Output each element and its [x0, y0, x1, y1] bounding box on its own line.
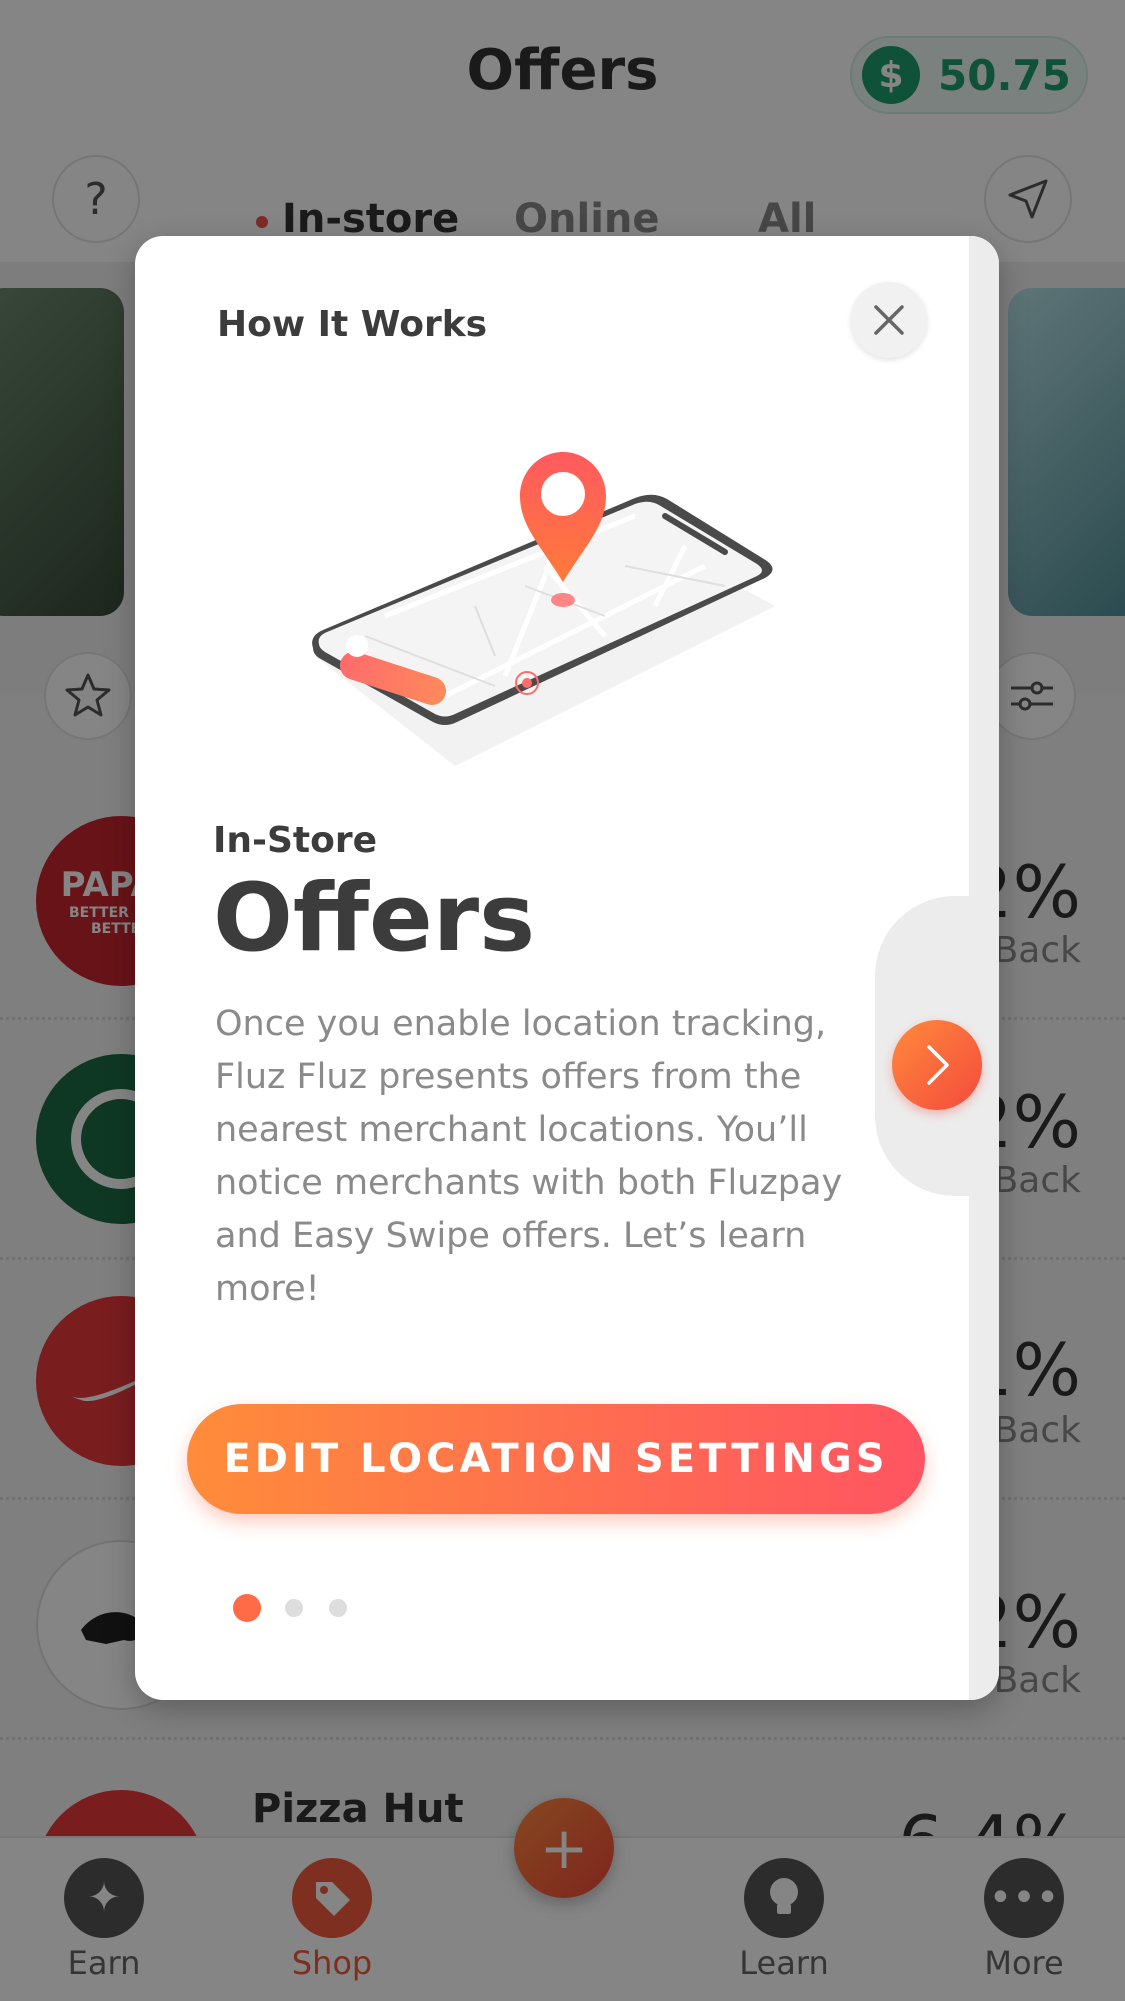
page-indicator	[233, 1594, 373, 1622]
page-dot[interactable]	[285, 1599, 303, 1617]
next-page-button[interactable]	[892, 1020, 982, 1110]
modal-subtitle: In-Store	[213, 820, 378, 861]
close-button[interactable]	[851, 282, 927, 358]
modal-heading: How It Works	[217, 304, 488, 345]
phone-map-illustration	[312, 452, 775, 766]
page-dot-active[interactable]	[233, 1594, 261, 1622]
modal-title: Offers	[213, 864, 536, 973]
how-it-works-modal: How It Works In-Store Offers Once you en…	[135, 236, 999, 1700]
chevron-right-icon	[927, 1045, 949, 1085]
modal-description: Once you enable location tracking, Fluz …	[215, 1004, 843, 1309]
close-icon	[874, 305, 904, 335]
page-dot[interactable]	[329, 1599, 347, 1617]
edit-location-settings-button[interactable]: EDIT LOCATION SETTINGS	[187, 1404, 925, 1514]
